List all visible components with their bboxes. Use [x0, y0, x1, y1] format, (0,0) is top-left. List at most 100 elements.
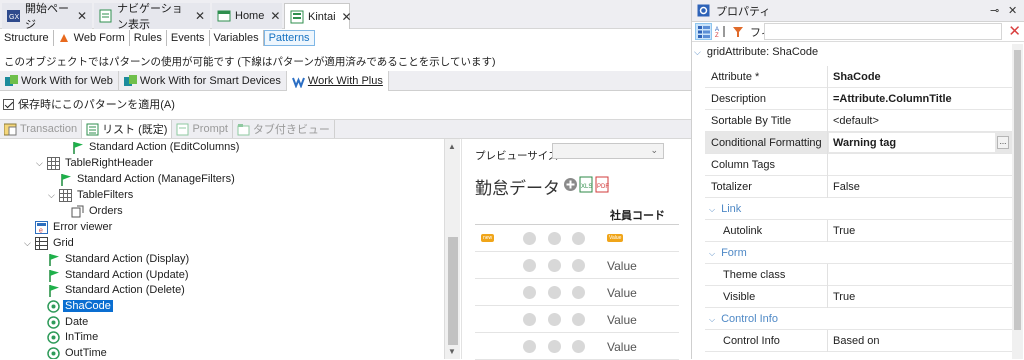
- preview-grid-row: Value: [475, 279, 679, 306]
- tab-structure[interactable]: Structure: [0, 30, 54, 46]
- delete-icon: [572, 259, 585, 272]
- property-row-conditional-formatting[interactable]: Conditional Formatting Warning tag ...: [705, 132, 1012, 154]
- property-key: Totalizer: [711, 181, 752, 193]
- preview-grid-header: 社員コード: [475, 203, 679, 225]
- scrollbar-thumb[interactable]: [448, 237, 458, 345]
- pattern-instance-tree: Standard Action (EditColumns) ⌵ TableRig…: [0, 139, 444, 359]
- apply-pattern-checkbox[interactable]: [3, 98, 14, 110]
- tree-vertical-scrollbar[interactable]: ▲ ▼: [444, 139, 460, 359]
- list-icon: [86, 123, 99, 136]
- tab-transaction[interactable]: Transaction: [0, 120, 83, 138]
- tab-events[interactable]: Events: [167, 30, 210, 46]
- tab-work-with-plus[interactable]: Work With Plus: [286, 71, 389, 91]
- tab-kintai[interactable]: Kintai ✕: [284, 3, 352, 29]
- web-form-icon: [58, 32, 71, 45]
- tab-work-with-for-web[interactable]: Work With for Web: [0, 71, 119, 91]
- property-row-totalizer[interactable]: Totalizer False: [705, 176, 1012, 198]
- flag-icon: [59, 173, 72, 186]
- tree-node-orders[interactable]: Orders: [71, 203, 125, 219]
- properties-vertical-scrollbar[interactable]: [1012, 44, 1023, 359]
- scroll-up-arrow-icon[interactable]: ▲: [448, 142, 456, 151]
- tab-web-form-label: Web Form: [73, 32, 125, 44]
- gx-logo-icon: GX: [7, 9, 21, 23]
- chevron-down-icon: ⌵: [709, 249, 716, 258]
- scroll-down-arrow-icon[interactable]: ▼: [448, 347, 456, 356]
- tab-prompt[interactable]: Prompt: [172, 120, 233, 138]
- tree-node-date[interactable]: Date: [47, 314, 90, 330]
- tab-start-page[interactable]: GX 開始ページ ✕: [2, 3, 92, 31]
- property-key: Description: [711, 93, 767, 105]
- property-key: Column Tags: [711, 159, 775, 171]
- scrollbar-thumb[interactable]: [1014, 50, 1021, 330]
- edit-icon: [548, 232, 561, 245]
- close-icon[interactable]: ✕: [77, 9, 87, 23]
- tab-label: タブ付きビュー: [252, 124, 330, 136]
- chevron-down-icon[interactable]: ⌵: [36, 158, 43, 169]
- property-row-autolink[interactable]: Autolink True: [705, 220, 1012, 242]
- clear-filter-icon[interactable]: ✕: [1008, 22, 1021, 40]
- chevron-down-icon[interactable]: ⌵: [24, 238, 31, 249]
- apply-pattern-row[interactable]: 保存時にこのパターンを適用(A): [3, 96, 175, 112]
- attribute-icon: [47, 315, 60, 329]
- tab-rules[interactable]: Rules: [130, 30, 167, 46]
- part-tab-bar: Structure Web Form Rules Events Variable…: [0, 29, 315, 47]
- tabbed-view-icon: [237, 123, 250, 136]
- categorized-view-icon[interactable]: [695, 23, 712, 40]
- tab-variables[interactable]: Variables: [210, 30, 264, 46]
- tree-node-error-viewer[interactable]: e Error viewer: [35, 219, 114, 235]
- property-row-control-info[interactable]: Control Info Based on: [705, 330, 1012, 352]
- tab-web-form[interactable]: Web Form: [54, 30, 130, 46]
- tab-work-with-for-smart-devices[interactable]: Work With for Smart Devices: [119, 71, 287, 91]
- tree-node-standard-action-editcolumns[interactable]: Standard Action (EditColumns): [71, 139, 241, 155]
- tab-list-default[interactable]: リスト (既定): [82, 120, 173, 138]
- attribute-icon: [47, 346, 60, 359]
- preview-title-row: 勤怠データ XLS PDF: [475, 174, 610, 199]
- property-row-description[interactable]: Description =Attribute.ColumnTitle: [705, 88, 1012, 110]
- work-with-icon: [123, 74, 137, 88]
- property-row-column-tags[interactable]: Column Tags: [705, 154, 1012, 176]
- display-icon: [523, 340, 536, 353]
- preview-size-label: プレビューサイズ: [475, 150, 559, 162]
- tree-node-outtime[interactable]: OutTime: [47, 345, 109, 359]
- close-icon[interactable]: ✕: [1008, 4, 1017, 17]
- tree-node-intime[interactable]: InTime: [47, 329, 100, 345]
- tree-node-tablerightheader[interactable]: TableRightHeader: [47, 155, 155, 171]
- ellipsis-button[interactable]: ...: [997, 136, 1009, 149]
- tab-home[interactable]: Home ✕: [212, 3, 282, 29]
- property-value: False: [833, 181, 860, 193]
- section-form[interactable]: ⌵ Form: [705, 242, 1012, 264]
- section-link[interactable]: ⌵ Link: [705, 198, 1012, 220]
- work-with-plus-icon: [291, 75, 305, 88]
- property-row-attribute[interactable]: Attribute * ShaCode: [705, 66, 1012, 88]
- transaction-icon: [290, 10, 304, 24]
- pin-icon[interactable]: ⊸: [990, 4, 999, 17]
- object-header[interactable]: ⌵ gridAttribute: ShaCode: [694, 46, 818, 58]
- alphabetical-sort-icon[interactable]: AZ: [712, 23, 729, 40]
- tab-navigation-view[interactable]: ナビゲーション表示 ✕: [94, 3, 210, 31]
- filter-input[interactable]: [764, 23, 1002, 40]
- tree-node-grid[interactable]: Grid: [35, 235, 76, 251]
- close-icon[interactable]: ✕: [342, 10, 352, 24]
- chevron-down-icon[interactable]: ⌵: [48, 190, 55, 201]
- preview-panel: プレビューサイズ ⌄ 勤怠データ XLS PDF 社員コード new Value: [461, 139, 691, 360]
- tab-tabbed-view[interactable]: タブ付きビュー: [233, 120, 335, 138]
- section-control-info[interactable]: ⌵ Control Info: [705, 308, 1012, 330]
- tab-patterns[interactable]: Patterns: [263, 30, 315, 46]
- close-icon[interactable]: ✕: [195, 9, 205, 23]
- filter-icon[interactable]: [729, 23, 746, 40]
- tree-node-tablefilters[interactable]: TableFilters: [59, 187, 135, 203]
- display-icon: [523, 313, 536, 326]
- display-icon: [523, 286, 536, 299]
- property-row-theme-class[interactable]: Theme class: [705, 264, 1012, 286]
- tree-node-standard-action-update[interactable]: Standard Action (Update): [47, 267, 191, 283]
- property-row-sortable-by-title[interactable]: Sortable By Title <default>: [705, 110, 1012, 132]
- property-key: Autolink: [723, 225, 763, 237]
- tree-node-standard-action-managefilters[interactable]: Standard Action (ManageFilters): [59, 171, 237, 187]
- tree-node-standard-action-delete[interactable]: Standard Action (Delete): [47, 282, 187, 298]
- tree-node-shacode[interactable]: ShaCode: [47, 298, 113, 314]
- property-value[interactable]: Warning tag: [829, 133, 995, 152]
- tree-node-standard-action-display[interactable]: Standard Action (Display): [47, 251, 191, 267]
- close-icon[interactable]: ✕: [270, 9, 280, 23]
- preview-size-select[interactable]: ⌄: [552, 143, 664, 159]
- property-row-visible[interactable]: Visible True: [705, 286, 1012, 308]
